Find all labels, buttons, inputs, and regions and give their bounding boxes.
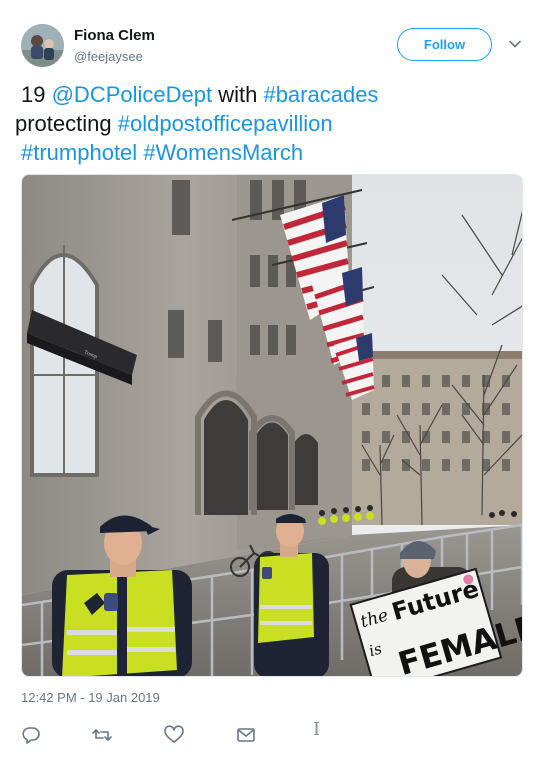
tweet-text-plain: with: [212, 82, 264, 107]
tweet-header: Fiona Clem @feejaysee Follow: [0, 0, 552, 80]
text-cursor-icon: I: [313, 719, 321, 740]
like-icon[interactable]: [163, 724, 185, 746]
retweet-icon[interactable]: [91, 724, 113, 746]
tweet-text-plain: protecting: [15, 111, 118, 136]
follow-button[interactable]: Follow: [397, 28, 492, 61]
avatar[interactable]: [21, 24, 64, 67]
display-name[interactable]: Fiona Clem: [74, 27, 155, 44]
message-icon[interactable]: [235, 724, 257, 746]
user-handle[interactable]: @feejaysee: [74, 49, 143, 64]
tweet-photo[interactable]: Trump the Future is FEMALE: [21, 174, 523, 677]
hashtag-link[interactable]: #trumphotel: [21, 140, 137, 165]
reply-icon[interactable]: [20, 724, 42, 746]
mention-link[interactable]: @DCPoliceDept: [52, 82, 213, 107]
profile-photo-icon: [21, 24, 64, 67]
tweet-actions: [0, 722, 552, 750]
tweet-timestamp[interactable]: 12:42 PM - 19 Jan 2019: [21, 690, 160, 705]
hashtag-link[interactable]: #baracades: [263, 82, 378, 107]
tweet-text: 19 @DCPoliceDept with #baracades protect…: [15, 80, 531, 167]
hashtag-link[interactable]: #WomensMarch: [143, 140, 303, 165]
hashtag-link[interactable]: #oldpostofficepavillion: [118, 111, 333, 136]
photo-scene: Trump the Future is FEMALE: [22, 175, 522, 676]
tweet-text-plain: 19: [21, 82, 52, 107]
chevron-down-icon[interactable]: [507, 36, 523, 52]
